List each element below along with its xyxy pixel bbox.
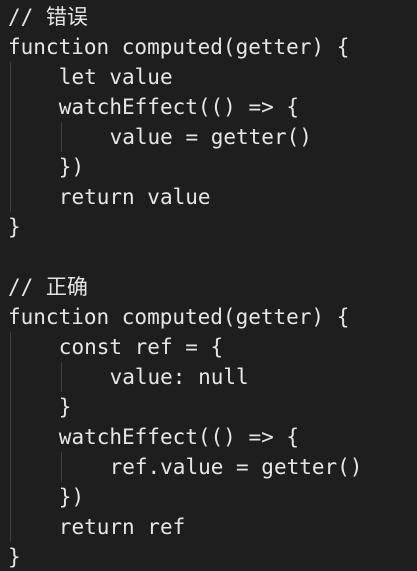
code-line: })	[0, 152, 417, 182]
code-text: return value	[58, 185, 211, 209]
code-text: watchEffect(() => {	[58, 95, 300, 119]
code-text: // 正确	[8, 275, 88, 299]
code-text: })	[58, 155, 85, 179]
code-text: function computed(getter) {	[8, 305, 350, 329]
code-text: watchEffect(() => {	[58, 425, 300, 449]
indent-guide	[60, 122, 62, 152]
code-text: ref.value = getter()	[109, 455, 363, 479]
indent-guide	[60, 452, 62, 482]
indent-guide	[10, 482, 11, 512]
code-line: value: null	[0, 362, 417, 392]
code-editor: // 错误 function computed(getter) { let valu…	[0, 0, 417, 571]
indent-guide	[10, 182, 11, 212]
indent-guide	[10, 62, 11, 92]
code-line: value = getter()	[0, 122, 417, 152]
code-line: }	[0, 212, 417, 242]
indent-guide	[10, 512, 11, 542]
code-line: }	[0, 542, 417, 571]
indent-guide	[10, 92, 11, 122]
code-text: }	[8, 545, 21, 569]
code-text: }	[8, 215, 21, 239]
indent-guide	[10, 122, 11, 152]
code-text: value: null	[109, 365, 249, 389]
code-text: const ref = {	[58, 335, 224, 359]
code-text: return ref	[58, 515, 186, 539]
code-line: let value	[0, 62, 417, 92]
code-line: }	[0, 392, 417, 422]
code-line: // 错误	[0, 2, 417, 32]
code-line: // 正确	[0, 272, 417, 302]
code-line: const ref = {	[0, 332, 417, 362]
code-line: function computed(getter) {	[0, 302, 417, 332]
indent-guide	[60, 362, 62, 392]
indent-guide	[10, 392, 11, 422]
indent-guide	[10, 422, 11, 452]
code-text: })	[58, 485, 85, 509]
code-text: }	[58, 395, 72, 419]
code-line: return value	[0, 182, 417, 212]
code-line: })	[0, 482, 417, 512]
code-text: value = getter()	[109, 125, 312, 149]
code-line: watchEffect(() => {	[0, 92, 417, 122]
indent-guide	[10, 362, 11, 392]
code-text: // 错误	[8, 5, 88, 29]
code-line: watchEffect(() => {	[0, 422, 417, 452]
code-text: let value	[58, 65, 173, 89]
code-line: function computed(getter) {	[0, 32, 417, 62]
code-line: ref.value = getter()	[0, 452, 417, 482]
indent-guide	[10, 152, 11, 182]
code-line: return ref	[0, 512, 417, 542]
indent-guide	[10, 332, 11, 362]
indent-guide	[10, 452, 11, 482]
code-text: function computed(getter) {	[8, 35, 350, 59]
